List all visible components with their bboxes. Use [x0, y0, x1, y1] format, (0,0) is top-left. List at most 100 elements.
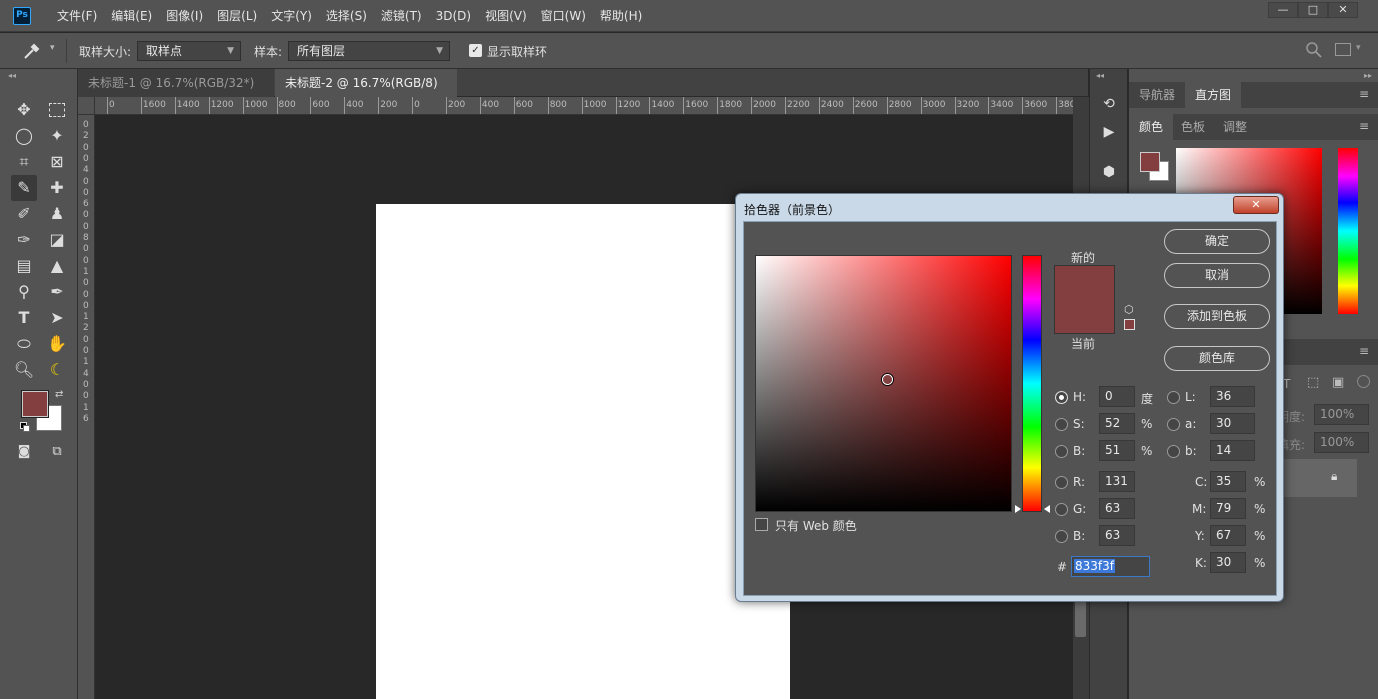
- ellipse-tool-icon[interactable]: ⬭: [11, 331, 37, 357]
- collapse-icon[interactable]: ◂◂: [8, 71, 16, 80]
- menu-type[interactable]: 文字(Y): [264, 0, 319, 32]
- tab-adjustments[interactable]: 调整: [1213, 114, 1257, 140]
- radio-green[interactable]: [1055, 503, 1068, 516]
- pen-tool-icon[interactable]: ✒: [44, 279, 70, 305]
- default-colors-icon[interactable]: [20, 422, 30, 432]
- collapse-icon[interactable]: ◂◂: [1096, 71, 1104, 80]
- red-input[interactable]: 131: [1099, 471, 1135, 492]
- tab-navigator[interactable]: 导航器: [1129, 82, 1185, 108]
- panel-menu-icon[interactable]: ≡: [1359, 87, 1369, 101]
- radio-hue[interactable]: [1055, 391, 1068, 404]
- saturation-input[interactable]: 52: [1099, 413, 1135, 434]
- tab-document-1[interactable]: 未标题-1 @ 16.7%(RGB/32*) * ×: [78, 69, 274, 118]
- dodge-tool-icon[interactable]: ⚲: [11, 279, 37, 305]
- cyan-input[interactable]: 35: [1210, 471, 1246, 492]
- lab-b-input[interactable]: 14: [1210, 440, 1255, 461]
- close-icon[interactable]: ✕: [1233, 196, 1279, 214]
- banana-icon[interactable]: ☾: [44, 357, 70, 383]
- menu-view[interactable]: 视图(V): [478, 0, 534, 32]
- history-brush-icon[interactable]: ✑: [11, 227, 37, 253]
- move-tool-icon[interactable]: ✥: [11, 97, 37, 123]
- menu-edit[interactable]: 编辑(E): [104, 0, 159, 32]
- minimize-button[interactable]: —: [1268, 2, 1298, 18]
- sample-select[interactable]: 所有图层 ▼: [288, 41, 450, 61]
- lasso-tool-icon[interactable]: ◯: [11, 123, 37, 149]
- brush-tool-icon[interactable]: ✐: [11, 201, 37, 227]
- add-to-swatches-button[interactable]: 添加到色板: [1164, 304, 1270, 329]
- cancel-button[interactable]: 取消: [1164, 263, 1270, 288]
- type-tool-icon[interactable]: T: [11, 305, 37, 331]
- gradient-tool-icon[interactable]: ▤: [11, 253, 37, 279]
- workspace-icon[interactable]: [1335, 43, 1351, 56]
- green-input[interactable]: 63: [1099, 498, 1135, 519]
- eyedropper-tool-icon[interactable]: ✎: [11, 175, 37, 201]
- lab-l-input[interactable]: 36: [1210, 386, 1255, 407]
- filter-type-icon[interactable]: T: [1283, 377, 1290, 391]
- eraser-tool-icon[interactable]: ◪: [44, 227, 70, 253]
- eyedropper-icon[interactable]: [22, 41, 42, 61]
- hue-slider-handle-left[interactable]: [1015, 505, 1021, 513]
- radio-lab-b[interactable]: [1167, 445, 1180, 458]
- hue-slider[interactable]: [1022, 255, 1042, 512]
- filter-shape-icon[interactable]: ⬚: [1307, 375, 1319, 390]
- stamp-tool-icon[interactable]: ♟: [44, 201, 70, 227]
- tab-document-2[interactable]: 未标题-2 @ 16.7%(RGB/8) ×: [275, 69, 457, 118]
- filter-toggle[interactable]: [1357, 375, 1370, 388]
- radio-red[interactable]: [1055, 476, 1068, 489]
- black-input[interactable]: 30: [1210, 552, 1246, 573]
- close-window-button[interactable]: ✕: [1328, 2, 1358, 18]
- radio-blue[interactable]: [1055, 530, 1068, 543]
- panel-menu-icon[interactable]: ≡: [1359, 344, 1369, 358]
- sample-size-select[interactable]: 取样点 ▼: [137, 41, 241, 61]
- menu-layer[interactable]: 图层(L): [210, 0, 264, 32]
- tool-preset-chevron-icon[interactable]: ▾: [50, 43, 55, 53]
- web-only-checkbox[interactable]: [755, 518, 768, 531]
- web-safe-swatch[interactable]: [1124, 319, 1135, 330]
- hand-tool-icon[interactable]: ✋: [44, 331, 70, 357]
- color-libraries-button[interactable]: 颜色库: [1164, 346, 1270, 371]
- panel-foreground-swatch[interactable]: [1140, 152, 1160, 172]
- swap-colors-icon[interactable]: ⇄: [55, 389, 63, 400]
- opacity-input[interactable]: 100%: [1314, 404, 1369, 425]
- color-cursor[interactable]: [882, 374, 893, 385]
- expand-icon[interactable]: ▸▸: [1364, 71, 1372, 80]
- blue-input[interactable]: 63: [1099, 525, 1135, 546]
- menu-select[interactable]: 选择(S): [319, 0, 374, 32]
- zoom-tool-icon[interactable]: 🔍︎: [11, 357, 37, 383]
- menu-file[interactable]: 文件(F): [50, 0, 104, 32]
- brightness-input[interactable]: 51: [1099, 440, 1135, 461]
- lab-a-input[interactable]: 30: [1210, 413, 1255, 434]
- foreground-color-swatch[interactable]: [22, 391, 48, 417]
- filter-smart-icon[interactable]: ▣: [1332, 375, 1344, 390]
- menu-image[interactable]: 图像(I): [159, 0, 210, 32]
- crop-tool-icon[interactable]: ⌗: [11, 149, 37, 175]
- search-icon[interactable]: [1305, 41, 1323, 59]
- menu-window[interactable]: 窗口(W): [534, 0, 593, 32]
- scroll-thumb[interactable]: [1075, 597, 1086, 637]
- saturation-brightness-field[interactable]: [755, 255, 1012, 512]
- tab-swatches[interactable]: 色板: [1171, 114, 1215, 140]
- healing-brush-icon[interactable]: ✚: [44, 175, 70, 201]
- screen-mode-icon[interactable]: ⧉: [44, 439, 70, 465]
- show-ring-checkbox[interactable]: ✓: [469, 44, 482, 57]
- menu-filter[interactable]: 滤镜(T): [374, 0, 429, 32]
- blur-tool-icon[interactable]: ▲: [44, 253, 70, 279]
- radio-lab-l[interactable]: [1167, 391, 1180, 404]
- panel-hue-slider[interactable]: [1338, 148, 1358, 314]
- fill-input[interactable]: 100%: [1314, 432, 1369, 453]
- menu-help[interactable]: 帮助(H): [593, 0, 649, 32]
- menu-3d[interactable]: 3D(D): [429, 0, 478, 32]
- hue-input[interactable]: 0: [1099, 386, 1135, 407]
- radio-saturation[interactable]: [1055, 418, 1068, 431]
- hue-slider-handle-right[interactable]: [1044, 505, 1050, 513]
- panel-menu-icon[interactable]: ≡: [1359, 119, 1369, 133]
- hex-input[interactable]: 833f3f: [1071, 556, 1150, 577]
- tab-color[interactable]: 颜色: [1129, 114, 1174, 140]
- play-action-icon[interactable]: ▶: [1096, 119, 1122, 145]
- tab-histogram[interactable]: 直方图: [1185, 82, 1242, 108]
- yellow-input[interactable]: 67: [1210, 525, 1246, 546]
- radio-lab-a[interactable]: [1167, 418, 1180, 431]
- history-icon[interactable]: ⟲: [1096, 91, 1122, 117]
- radio-brightness[interactable]: [1055, 445, 1068, 458]
- magic-wand-icon[interactable]: ✦: [44, 123, 70, 149]
